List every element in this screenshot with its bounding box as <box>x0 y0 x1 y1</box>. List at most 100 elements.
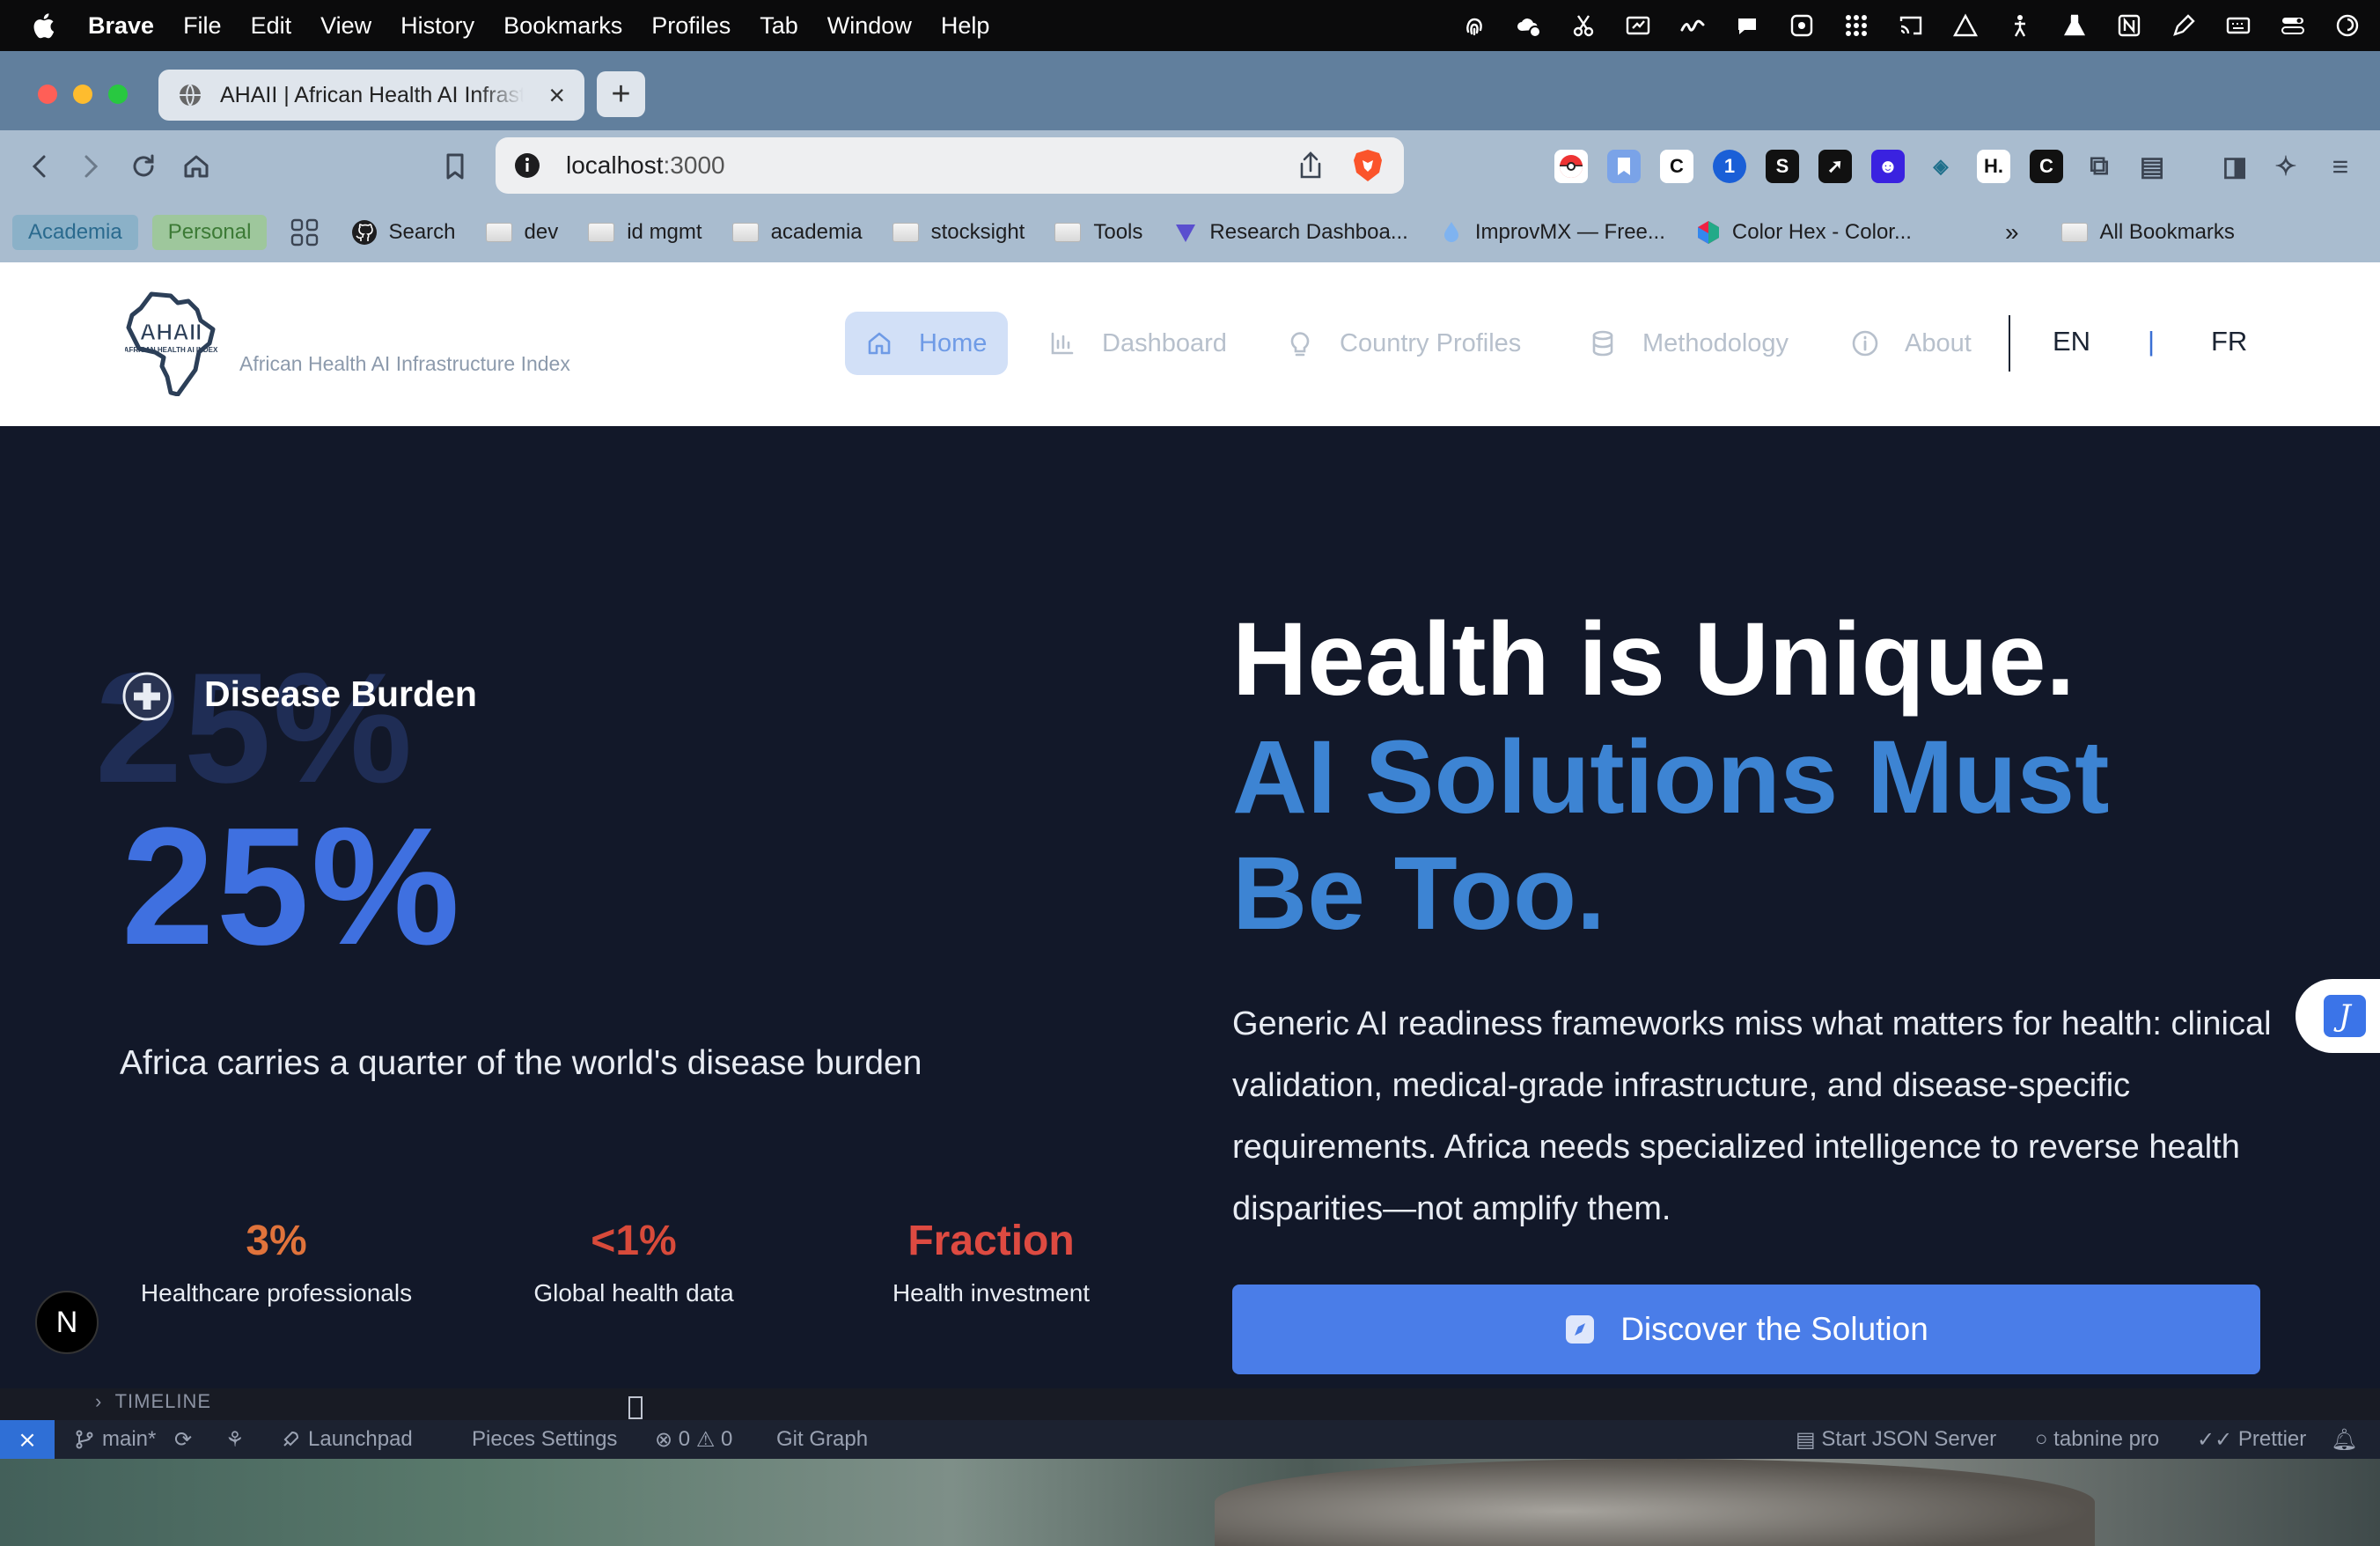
triangle-icon[interactable] <box>1952 12 1979 39</box>
json-server-status[interactable]: ▤ Start JSON Server <box>1796 1420 1996 1459</box>
problems-status[interactable]: ⊗ 0 ⚠ 0 <box>655 1420 732 1459</box>
pokeball-extension-icon[interactable] <box>1554 150 1588 183</box>
c-square-extension-icon[interactable]: C <box>2030 150 2063 183</box>
desktop-wallpaper <box>0 1459 2380 1546</box>
pieces-settings-status[interactable]: Pieces Settings <box>472 1420 617 1459</box>
profile-chip-personal[interactable]: Personal <box>151 215 268 250</box>
site-info-icon[interactable] <box>513 151 541 180</box>
grammarly-widget[interactable]: J <box>2296 979 2380 1053</box>
language-en-button[interactable]: EN <box>2053 326 2090 357</box>
bookmark-improvmx[interactable]: ImprovMX — Free... <box>1438 219 1665 246</box>
purple-extension-icon[interactable]: ☻ <box>1871 150 1905 183</box>
tabnine-status[interactable]: ○ tabnine pro <box>2035 1420 2159 1459</box>
bookmark-folder-stocksight[interactable]: stocksight <box>892 220 1025 245</box>
browser-tab-active[interactable]: AHAII | African Health AI Infrastructure… <box>158 70 584 121</box>
nav-country-profiles[interactable]: Country Profiles <box>1267 312 1542 375</box>
bookmark-folder-tools[interactable]: Tools <box>1054 220 1142 245</box>
h-extension-icon[interactable]: H. <box>1977 150 2010 183</box>
grid-dots-icon[interactable] <box>1843 12 1869 39</box>
bookmarks-overflow-button[interactable]: » <box>2005 218 2019 247</box>
discover-solution-button[interactable]: Discover the Solution <box>1232 1285 2260 1374</box>
nav-home[interactable]: Home <box>845 312 1009 375</box>
profile-chip-academia[interactable]: Academia <box>12 215 138 250</box>
record-icon[interactable] <box>1789 12 1815 39</box>
leo-ai-icon[interactable]: ✧ <box>2269 150 2303 183</box>
menu-history[interactable]: History <box>400 12 474 40</box>
menu-view[interactable]: View <box>320 12 371 40</box>
bookmark-research-dashboard[interactable]: Research Dashboa... <box>1172 219 1408 246</box>
url-text[interactable]: localhost:3000 <box>566 151 725 180</box>
menu-file[interactable]: File <box>183 12 222 40</box>
apps-grid-button[interactable] <box>290 217 320 247</box>
apple-logo-icon[interactable] <box>32 11 55 40</box>
language-fr-button[interactable]: FR <box>2211 326 2247 357</box>
window-minimize-button[interactable] <box>73 85 92 104</box>
menu-help[interactable]: Help <box>941 12 990 40</box>
stat-label: Global health data <box>533 1279 734 1307</box>
address-bar[interactable]: localhost:3000 <box>496 137 1404 194</box>
screen-share-icon[interactable] <box>1625 12 1651 39</box>
launchpad-status[interactable]: Launchpad <box>280 1420 413 1459</box>
menu-icon[interactable]: ≡ <box>2324 150 2357 183</box>
new-tab-button[interactable]: + <box>597 71 645 117</box>
cloud-icon[interactable] <box>1516 12 1542 39</box>
pen-icon[interactable] <box>2171 12 2197 39</box>
prettier-status[interactable]: ✓✓ Prettier <box>2197 1420 2306 1459</box>
menu-tab[interactable]: Tab <box>760 12 798 40</box>
remote-indicator-icon[interactable]: ⨯ <box>0 1420 55 1459</box>
bookmark-search[interactable]: Search <box>351 219 456 246</box>
layers-extension-icon[interactable]: ◈ <box>1924 150 1958 183</box>
source-control-icon[interactable]: ⚘ <box>225 1420 245 1459</box>
git-branch-status[interactable]: main* <box>74 1420 156 1459</box>
timeline-panel-header[interactable]: › TIMELINE <box>95 1390 211 1413</box>
cast-icon[interactable] <box>1898 12 1924 39</box>
signature-icon[interactable] <box>1679 12 1706 39</box>
control-center-icon[interactable] <box>2280 12 2306 39</box>
reader-icon[interactable]: ▤ <box>2135 150 2169 183</box>
s-extension-icon[interactable]: S <box>1766 150 1799 183</box>
menu-bookmarks[interactable]: Bookmarks <box>503 12 622 40</box>
keyboard-icon[interactable] <box>2225 12 2251 39</box>
flask-icon[interactable] <box>2061 12 2088 39</box>
git-graph-status[interactable]: Git Graph <box>776 1420 868 1459</box>
bookmark-button[interactable] <box>437 148 474 185</box>
bookmark-folder-academia[interactable]: academia <box>731 220 863 245</box>
bookmark-color-hex[interactable]: Color Hex - Color... <box>1695 219 1912 246</box>
nav-dashboard[interactable]: Dashboard <box>1030 312 1248 375</box>
raindrop-extension-icon[interactable] <box>1607 150 1641 183</box>
nav-methodology[interactable]: Methodology <box>1570 312 1810 375</box>
window-close-button[interactable] <box>38 85 57 104</box>
notifications-bell-icon[interactable]: 🔔︎ <box>2331 1420 2357 1459</box>
scissors-icon[interactable] <box>1570 12 1597 39</box>
home-button[interactable] <box>178 148 215 185</box>
fingerprint-icon[interactable] <box>1461 12 1488 39</box>
menu-edit[interactable]: Edit <box>251 12 292 40</box>
sync-icon[interactable]: ⟳ <box>174 1420 192 1459</box>
nav-about[interactable]: About <box>1833 312 1993 375</box>
forward-button[interactable] <box>72 148 109 185</box>
c-circle-extension-icon[interactable]: C <box>1660 150 1693 183</box>
notion-icon[interactable] <box>2116 12 2142 39</box>
bookmark-folder-id-mgmt[interactable]: id mgmt <box>588 220 702 245</box>
nextjs-dev-indicator[interactable]: N <box>35 1291 99 1354</box>
reload-button[interactable] <box>125 148 162 185</box>
menu-app-name[interactable]: Brave <box>88 12 154 40</box>
share-icon[interactable] <box>1295 150 1326 181</box>
sidebar-toggle-icon[interactable]: ◨ <box>2218 150 2251 183</box>
ahaii-logo[interactable]: AHAII AFRICAN HEALTH AI INDEX <box>125 291 218 396</box>
all-bookmarks-button[interactable]: All Bookmarks <box>2060 220 2235 245</box>
back-button[interactable] <box>21 148 58 185</box>
tab-close-button[interactable]: × <box>548 81 565 109</box>
puzzle-extensions-icon[interactable]: ⧉ <box>2082 150 2116 183</box>
1password-extension-icon[interactable]: 1 <box>1713 150 1746 183</box>
menu-window[interactable]: Window <box>827 12 912 40</box>
send-extension-icon[interactable]: ➚ <box>1818 150 1852 183</box>
window-zoom-button[interactable] <box>108 85 128 104</box>
menu-profiles[interactable]: Profiles <box>651 12 731 40</box>
chat-icon[interactable] <box>1734 12 1760 39</box>
person-icon[interactable] <box>2007 12 2033 39</box>
bookmark-label: stocksight <box>930 220 1025 244</box>
brave-shields-icon[interactable] <box>1351 148 1385 183</box>
siri-icon[interactable] <box>2334 12 2361 39</box>
bookmark-folder-dev[interactable]: dev <box>485 220 558 245</box>
